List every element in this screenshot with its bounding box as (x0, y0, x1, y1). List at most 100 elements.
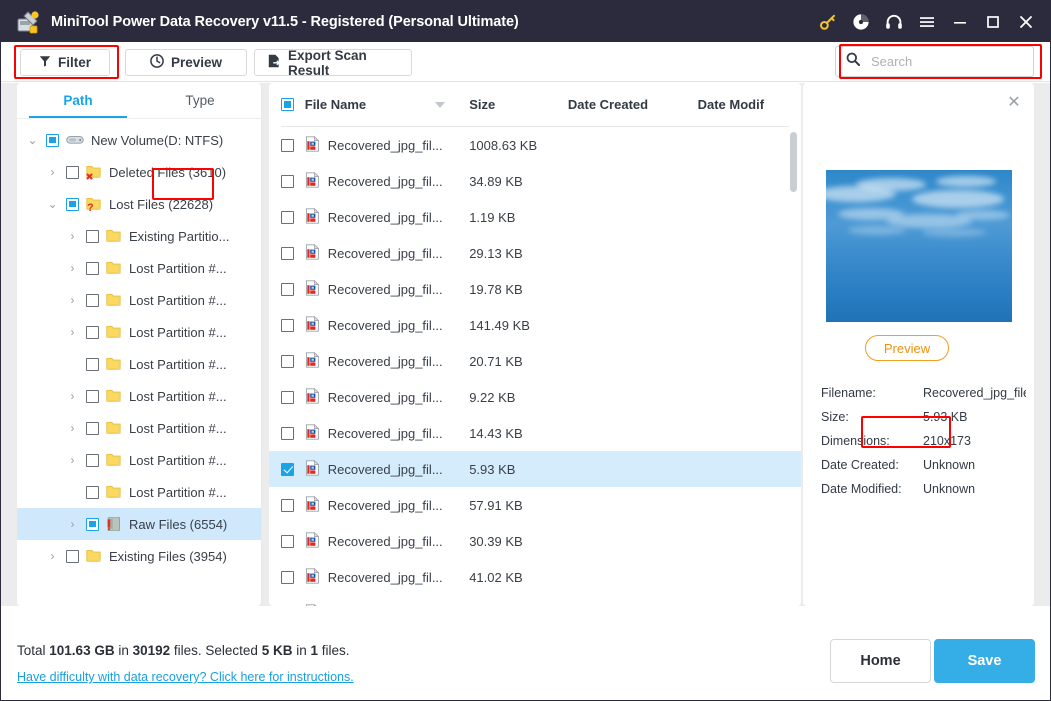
chevron-right-icon[interactable]: › (45, 165, 60, 179)
directory-tree[interactable]: ⌄New Volume(D: NTFS)›Deleted Files (3610… (17, 119, 261, 606)
tree-item[interactable]: ›Raw Files (6554) (17, 508, 261, 540)
file-row-checkbox[interactable] (281, 283, 305, 296)
file-row[interactable]: Recovered_jpg_fil...30.39 KB (269, 523, 801, 559)
chevron-down-icon[interactable]: ⌄ (45, 197, 60, 211)
disc-icon[interactable] (844, 1, 877, 42)
file-row-checkbox[interactable] (281, 427, 305, 440)
minimize-button[interactable] (943, 1, 976, 42)
tree-item[interactable]: ›Lost Partition #... (17, 380, 261, 412)
export-scan-result-button[interactable]: Export Scan Result (254, 49, 412, 76)
search-field[interactable] (835, 46, 1034, 77)
chevron-right-icon[interactable]: › (45, 549, 60, 563)
tree-item[interactable]: ›Lost Partition #... (17, 316, 261, 348)
chevron-right-icon[interactable]: › (65, 453, 80, 467)
file-row[interactable]: Recovered_jpg_fil...57.91 KB (269, 487, 801, 523)
chevron-right-icon[interactable]: › (65, 325, 80, 339)
key-icon[interactable] (811, 1, 844, 42)
preview-button[interactable]: Preview (125, 49, 247, 76)
chevron-down-icon[interactable] (435, 102, 445, 108)
file-row-checkbox[interactable] (281, 499, 305, 512)
maximize-button[interactable] (976, 1, 1009, 42)
file-list-body[interactable]: Recovered_jpg_fil...1008.63 KBRecovered_… (269, 127, 801, 606)
chevron-right-icon[interactable]: › (65, 293, 80, 307)
filter-button[interactable]: Filter (20, 49, 110, 76)
tree-item[interactable]: ›Lost Partition #... (17, 252, 261, 284)
file-row-checkbox[interactable] (281, 355, 305, 368)
tab-type[interactable]: Type (139, 83, 261, 118)
tree-item-checkbox[interactable] (86, 422, 106, 435)
file-row[interactable]: Recovered_jpg_fil...1008.63 KB (269, 127, 801, 163)
file-row[interactable]: Recovered_jpg_fil...41.02 KB (269, 559, 801, 595)
tree-item[interactable]: ›Existing Files (3954) (17, 540, 261, 572)
headphones-icon[interactable] (877, 1, 910, 42)
tree-item[interactable]: ›Lost Partition #... (17, 412, 261, 444)
chevron-right-icon[interactable]: › (65, 517, 80, 531)
tree-item-checkbox[interactable] (66, 166, 86, 179)
tree-item[interactable]: ›Existing Partitio... (17, 220, 261, 252)
tree-item[interactable]: ›Deleted Files (3610) (17, 156, 261, 188)
tree-item[interactable]: Lost Partition #... (17, 476, 261, 508)
tree-item-checkbox[interactable] (86, 326, 106, 339)
chevron-down-icon[interactable]: ⌄ (25, 133, 40, 147)
image-file-icon (305, 316, 320, 335)
close-button[interactable] (1009, 1, 1042, 42)
file-row[interactable]: Recovered_jpg_fil...1.19 KB (269, 199, 801, 235)
file-row-checkbox[interactable] (281, 571, 305, 584)
file-row[interactable]: Recovered_jpg_fil...9.22 KB (269, 379, 801, 415)
tree-item-checkbox[interactable] (86, 518, 106, 531)
file-row[interactable]: Recovered_jpg_fil...19.78 KB (269, 271, 801, 307)
svg-text:?: ? (87, 202, 94, 212)
tree-item[interactable]: ›Lost Partition #... (17, 284, 261, 316)
tree-item-checkbox[interactable] (86, 294, 106, 307)
tree-item-checkbox[interactable] (66, 198, 86, 211)
file-row-checkbox[interactable] (281, 175, 305, 188)
file-row-checkbox[interactable] (281, 139, 305, 152)
file-row-checkbox[interactable] (281, 247, 305, 260)
file-row-checkbox[interactable] (281, 319, 305, 332)
column-header-file-name[interactable]: File Name (305, 97, 469, 112)
chevron-right-icon[interactable]: › (65, 421, 80, 435)
tree-item[interactable]: Lost Partition #... (17, 348, 261, 380)
search-input[interactable] (869, 53, 1019, 70)
image-file-icon (305, 244, 320, 263)
chevron-right-icon[interactable]: › (65, 261, 80, 275)
file-row-checkbox[interactable] (281, 391, 305, 404)
chevron-right-icon[interactable]: › (65, 389, 80, 403)
help-link[interactable]: Have difficulty with data recovery? Clic… (17, 670, 354, 684)
tree-item-checkbox[interactable] (86, 230, 106, 243)
file-row-checkbox[interactable] (281, 535, 305, 548)
tab-path[interactable]: Path (17, 83, 139, 118)
tree-item-checkbox[interactable] (86, 486, 106, 499)
file-size-cell: 5.93 KB (469, 462, 568, 477)
file-row[interactable]: Recovered_jpg_fil...20.71 KB (269, 343, 801, 379)
file-list-scrollbar[interactable] (790, 132, 797, 192)
tree-item-checkbox[interactable] (86, 262, 106, 275)
file-row[interactable]: Recovered_jpg_fil...34.89 KB (269, 163, 801, 199)
tree-item[interactable]: ⌄?Lost Files (22628) (17, 188, 261, 220)
file-row[interactable]: Recovered_jpg_fil...1.19 KB (269, 595, 801, 606)
menu-icon[interactable] (910, 1, 943, 42)
tree-item-checkbox[interactable] (86, 358, 106, 371)
file-name-cell: Recovered_jpg_fil... (305, 136, 469, 155)
file-row[interactable]: Recovered_jpg_fil...29.13 KB (269, 235, 801, 271)
tree-item-checkbox[interactable] (46, 134, 66, 147)
column-header-date-modified[interactable]: Date Modif (698, 97, 789, 112)
column-header-size[interactable]: Size (469, 97, 568, 112)
select-all-checkbox[interactable] (281, 98, 305, 111)
tree-item[interactable]: ›Lost Partition #... (17, 444, 261, 476)
file-row-checkbox[interactable] (281, 463, 305, 476)
close-icon[interactable]: ✕ (1006, 95, 1022, 111)
column-header-date-created[interactable]: Date Created (568, 97, 698, 112)
file-row[interactable]: Recovered_jpg_fil...141.49 KB (269, 307, 801, 343)
file-row[interactable]: Recovered_jpg_fil...14.43 KB (269, 415, 801, 451)
tree-item[interactable]: ⌄New Volume(D: NTFS) (17, 124, 261, 156)
file-row-checkbox[interactable] (281, 211, 305, 224)
chevron-right-icon[interactable]: › (65, 229, 80, 243)
tree-item-checkbox[interactable] (66, 550, 86, 563)
save-button[interactable]: Save (934, 639, 1035, 683)
tree-item-checkbox[interactable] (86, 390, 106, 403)
file-row[interactable]: Recovered_jpg_fil...5.93 KB (269, 451, 801, 487)
tree-item-checkbox[interactable] (86, 454, 106, 467)
preview-image-button[interactable]: Preview (865, 335, 949, 361)
home-button[interactable]: Home (830, 639, 931, 683)
